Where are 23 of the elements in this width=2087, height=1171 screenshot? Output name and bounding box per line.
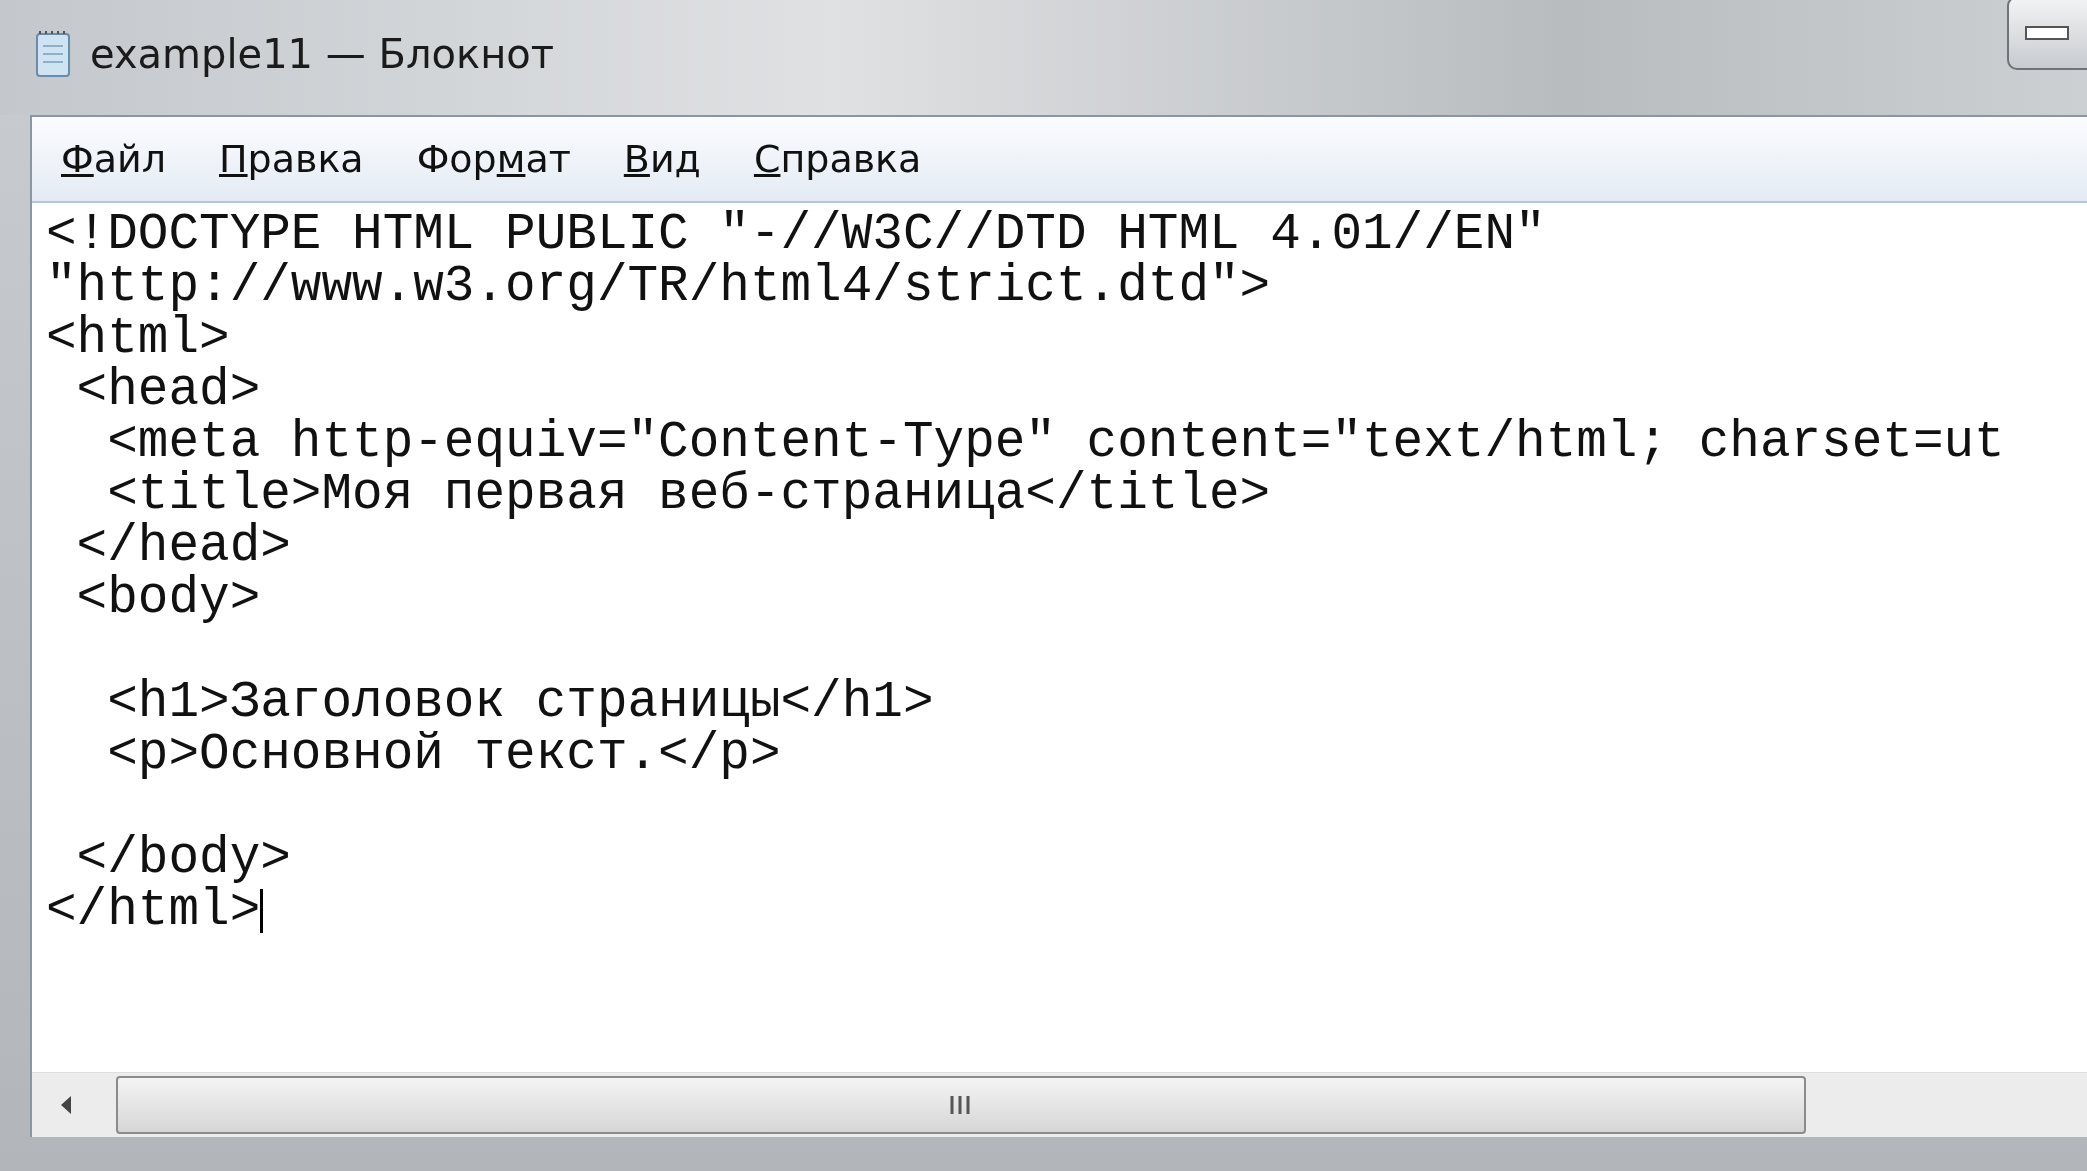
code-line: <meta http-equiv="Content-Type" content="text/html; charset=ut: [106, 417, 2005, 469]
code-line: <html>: [46, 313, 230, 365]
code-line: <p>Основной текст.</p>: [106, 729, 781, 781]
code-line: <!DOCTYPE HTML PUBLIC "-//W3C//DTD HTML 4.01//EN": [46, 209, 1546, 261]
code-line: </head>: [75, 521, 291, 573]
menu-item[interactable]: Правка: [200, 137, 388, 181]
menu-item[interactable]: Файл: [42, 137, 190, 181]
menu-item[interactable]: Справка: [734, 137, 946, 181]
code-line: </html>: [46, 885, 261, 937]
window-title: example11 — Блокнот: [90, 30, 555, 77]
code-line: </body>: [76, 833, 291, 885]
grip-icon: [949, 1094, 973, 1116]
code-line: "http://www.w3.org/TR/html4/strict.dtd">: [46, 261, 1271, 313]
scroll-thumb[interactable]: [116, 1076, 1806, 1134]
code-line: <head>: [75, 365, 261, 417]
horizontal-scrollbar[interactable]: [32, 1072, 2087, 1137]
code-line: <body>: [75, 573, 261, 625]
text-area[interactable]: [32, 203, 2087, 1137]
code-line: <title>Моя первая веб-страница</title>: [107, 469, 1271, 521]
menu-item[interactable]: Формат: [397, 137, 595, 181]
scroll-left-icon[interactable]: [60, 1095, 72, 1115]
menu-item[interactable]: Вид: [604, 137, 725, 181]
code-line: <h1>Заголовок страницы</h1>: [106, 677, 934, 729]
